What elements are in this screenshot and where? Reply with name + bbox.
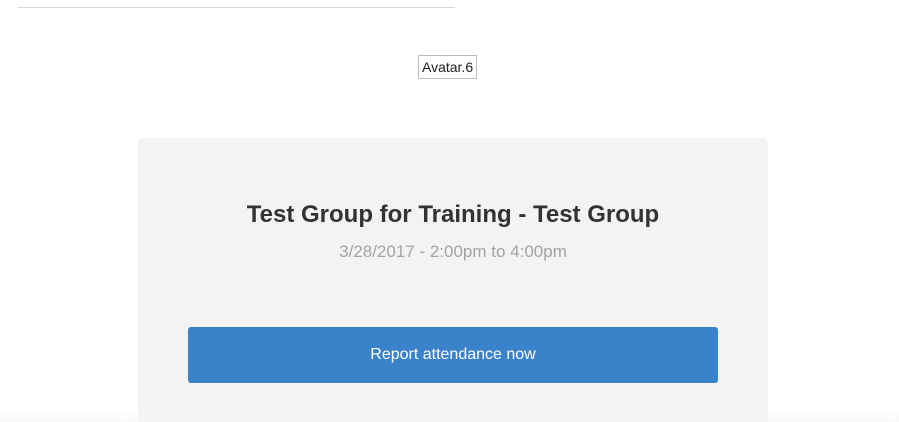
event-card: Test Group for Training - Test Group 3/2… bbox=[138, 138, 768, 422]
top-divider bbox=[18, 7, 455, 8]
event-title: Test Group for Training - Test Group bbox=[246, 201, 660, 228]
avatar: Avatar.6 bbox=[418, 55, 478, 79]
event-datetime: 3/28/2017 - 2:00pm to 4:00pm bbox=[339, 242, 567, 261]
report-attendance-button[interactable]: Report attendance now bbox=[188, 327, 718, 383]
email-page: Avatar.6 Test Group for Training - Test … bbox=[0, 0, 899, 422]
